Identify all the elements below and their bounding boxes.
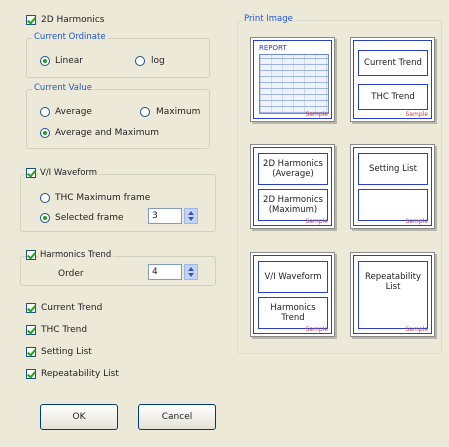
slot-repeatability-list: Repeatability List	[358, 261, 428, 329]
log-radio[interactable]	[135, 56, 145, 66]
average-radio[interactable]	[40, 107, 50, 117]
frame-number-field[interactable]: 3	[148, 208, 182, 224]
slot-vi-waveform: V/I Waveform	[258, 261, 328, 293]
maximum-radio[interactable]	[140, 107, 150, 117]
linear-radio[interactable]	[40, 56, 50, 66]
thc-maximum-frame-radio[interactable]	[40, 193, 50, 203]
slot-harmonics-maximum: 2D Harmonics (Maximum)	[258, 189, 328, 221]
selected-frame-radio[interactable]	[40, 213, 50, 223]
slot-empty	[358, 189, 428, 221]
print-page-repeatability: Repeatability List Sample	[350, 252, 435, 337]
slot-setting-list: Setting List	[358, 153, 428, 185]
order-field[interactable]: 4	[148, 264, 182, 280]
sample-mark: Sample	[405, 218, 429, 225]
print-image-label: Print Image	[242, 14, 295, 24]
current-trend-label: Current Trend	[41, 303, 103, 313]
average-label: Average	[55, 107, 92, 117]
harmonics-2d-label: 2D Harmonics	[41, 15, 105, 25]
thc-maximum-frame-label: THC Maximum frame	[55, 193, 151, 203]
cancel-button[interactable]: Cancel	[138, 404, 216, 430]
sample-mark: Sample	[305, 326, 329, 333]
current-value-label: Current Value	[32, 83, 94, 93]
current-ordinate-label: Current Ordinate	[32, 32, 108, 42]
log-label: log	[151, 56, 165, 66]
linear-label: Linear	[55, 56, 83, 66]
frame-number-spinner[interactable]	[184, 208, 198, 224]
sample-mark: Sample	[405, 111, 429, 118]
thc-trend-label: THC Trend	[41, 325, 88, 335]
print-page-harmonics: 2D Harmonics (Average) 2D Harmonics (Max…	[250, 144, 335, 229]
selected-frame-label: Selected frame	[55, 213, 124, 223]
ok-button[interactable]: OK	[40, 404, 118, 430]
slot-thc-trend: THC Trend	[358, 84, 428, 110]
harmonics-trend-checkbox[interactable]	[26, 250, 36, 260]
report-table	[259, 54, 329, 114]
sample-mark: Sample	[405, 326, 429, 333]
order-spinner[interactable]	[184, 264, 198, 280]
setting-list-label: Setting List	[41, 347, 92, 357]
order-label: Order	[58, 269, 84, 279]
print-page-setting: Setting List Sample	[350, 144, 435, 229]
current-value-group	[26, 89, 210, 149]
thc-trend-checkbox[interactable]	[26, 325, 36, 335]
vi-waveform-label: V/I Waveform	[38, 168, 100, 178]
print-page-trends: Current Trend THC Trend Sample	[350, 37, 435, 122]
current-ordinate-group	[26, 38, 210, 78]
maximum-label: Maximum	[156, 107, 201, 117]
sample-mark: Sample	[305, 111, 329, 118]
slot-harmonics-trend: Harmonics Trend	[258, 297, 328, 329]
print-page-waveform: V/I Waveform Harmonics Trend Sample	[250, 252, 335, 337]
average-and-maximum-label: Average and Maximum	[55, 128, 159, 138]
setting-list-checkbox[interactable]	[26, 347, 36, 357]
harmonics-2d-checkbox[interactable]	[26, 15, 36, 25]
average-and-maximum-radio[interactable]	[40, 128, 50, 138]
repeatability-list-checkbox[interactable]	[26, 369, 36, 379]
repeatability-list-label: Repeatability List	[41, 369, 119, 379]
current-trend-checkbox[interactable]	[26, 303, 36, 313]
sample-mark: Sample	[305, 218, 329, 225]
slot-current-trend: Current Trend	[358, 50, 428, 76]
vi-waveform-checkbox[interactable]	[26, 168, 36, 178]
harmonics-trend-label: Harmonics Trend	[38, 250, 114, 260]
slot-harmonics-average: 2D Harmonics (Average)	[258, 153, 328, 185]
report-preview: REPORT	[259, 44, 329, 114]
print-page-report: REPORT Sample	[250, 37, 335, 122]
report-title: REPORT	[259, 44, 287, 52]
